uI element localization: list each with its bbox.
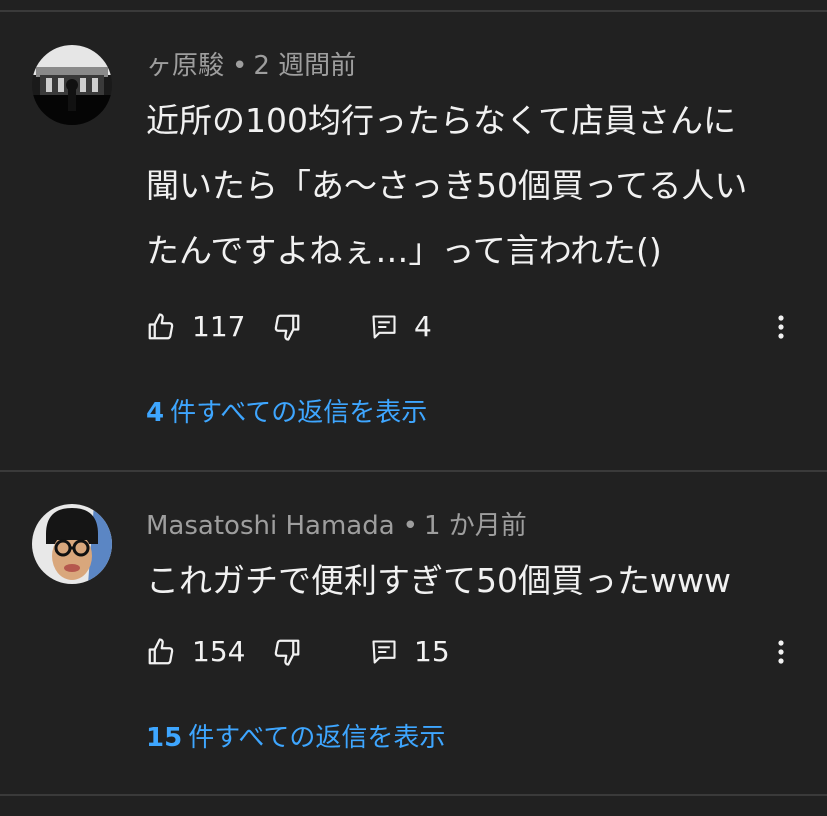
more-options-button[interactable] — [766, 632, 796, 672]
view-replies-link[interactable]: 4 件すべての返信を表示 — [146, 396, 427, 430]
comment-thread: Masatoshi Hamada • 1 か月前 これガチで便利すぎて50個買ったw… — [0, 472, 827, 792]
thumbs-down-icon — [274, 639, 300, 666]
comment-icon — [372, 315, 396, 339]
comment-meta: ヶ原駿 • 2 週間前 — [146, 50, 356, 82]
comment-actions: 117 4 — [146, 307, 816, 347]
reply-button[interactable]: 4 — [370, 307, 432, 347]
view-replies-link[interactable]: 15 件すべての返信を表示 — [146, 721, 445, 755]
author-name[interactable]: Masatoshi Hamada — [146, 511, 395, 541]
reply-count: 15 — [414, 635, 450, 668]
reply-count: 4 — [414, 310, 432, 343]
view-replies-count: 15 — [146, 723, 183, 753]
avatar-image — [32, 45, 112, 125]
comment-actions: 154 15 — [146, 632, 816, 672]
author-name[interactable]: ヶ原駿 — [146, 51, 224, 81]
comment-time[interactable]: 2 週間前 — [253, 51, 356, 81]
more-vertical-icon — [778, 315, 784, 339]
comment-icon — [372, 640, 396, 664]
comment-text-line: たんですよねぇ…」って言われた() — [146, 231, 662, 270]
like-count: 117 — [192, 310, 246, 343]
comment-thread: ヶ原駿 • 2 週間前 近所の100均行ったらなくて店員さんに 聞いたら「あ〜さっき… — [0, 0, 827, 470]
thumbs-up-icon — [148, 638, 174, 665]
comment-divider — [0, 794, 827, 796]
more-vertical-icon — [778, 640, 784, 664]
meta-separator: • — [232, 51, 248, 81]
more-options-button[interactable] — [766, 307, 796, 347]
like-button[interactable]: 154 — [146, 632, 245, 672]
comment-text: 近所の100均行ったらなくて店員さんに 聞いたら「あ〜さっき50個買ってる人い … — [146, 88, 806, 283]
comment-text-line: 近所の100均行ったらなくて店員さんに — [146, 101, 736, 140]
view-replies-label: 件すべての返信を表示 — [170, 398, 428, 428]
view-replies-label: 件すべての返信を表示 — [188, 723, 446, 753]
avatar[interactable] — [32, 504, 112, 584]
meta-separator: • — [402, 511, 418, 541]
thumbs-down-icon — [274, 314, 300, 341]
dislike-button[interactable] — [272, 632, 302, 672]
comment-time[interactable]: 1 か月前 — [424, 511, 527, 541]
comment-text-line: 聞いたら「あ〜さっき50個買ってる人い — [146, 166, 748, 205]
avatar-image — [32, 504, 112, 584]
thumbs-up-icon — [148, 313, 174, 340]
like-count: 154 — [192, 635, 246, 668]
comment-meta: Masatoshi Hamada • 1 か月前 — [146, 510, 527, 542]
avatar[interactable] — [32, 45, 112, 125]
dislike-button[interactable] — [272, 307, 302, 347]
comment-text-line: これガチで便利すぎて50個買ったwww — [146, 561, 731, 600]
view-replies-count: 4 — [146, 398, 165, 428]
like-button[interactable]: 117 — [146, 307, 245, 347]
reply-button[interactable]: 15 — [370, 632, 450, 672]
comment-text: これガチで便利すぎて50個買ったwww — [146, 548, 806, 613]
